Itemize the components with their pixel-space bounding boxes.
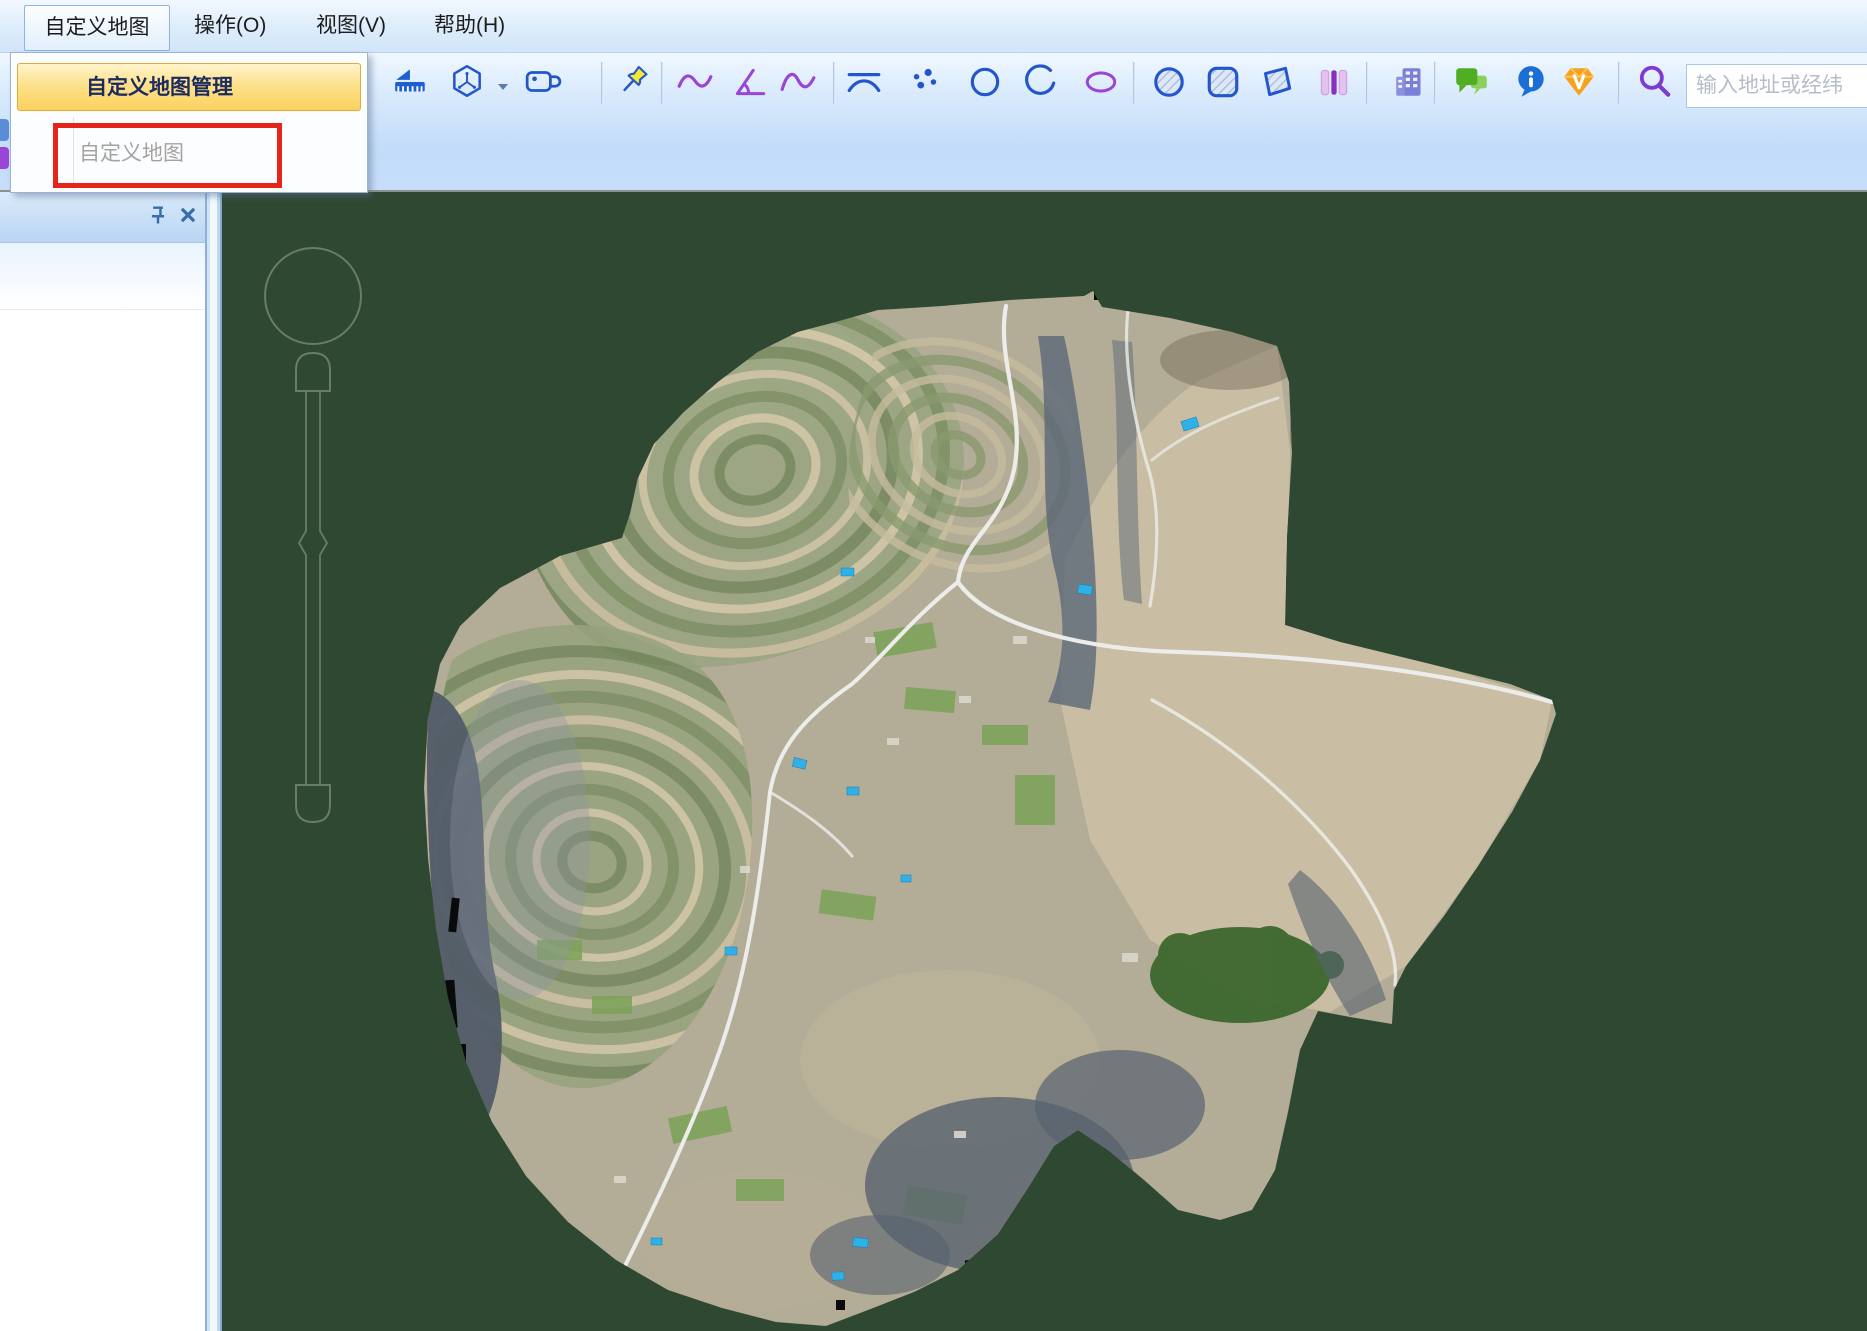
pushpin-icon[interactable] bbox=[615, 63, 653, 101]
3d-axis-hexagon-icon[interactable] bbox=[448, 63, 486, 101]
vip-gem-icon[interactable] bbox=[1560, 63, 1598, 101]
custom-map-dropdown-menu: 自定义地图管理 自定义地图 bbox=[10, 52, 368, 193]
pin-icon[interactable] bbox=[147, 204, 169, 226]
menu-item-custom-map-management[interactable]: 自定义地图管理 bbox=[17, 63, 361, 111]
feedback-chat-icon[interactable] bbox=[1452, 63, 1490, 101]
toolbar-separator bbox=[1366, 62, 1368, 104]
menu-operation[interactable]: 操作(O) bbox=[188, 0, 272, 52]
ellipse-icon[interactable] bbox=[1082, 63, 1120, 101]
menu-bar: 自定义地图 操作(O) 视图(V) 帮助(H) bbox=[0, 0, 1867, 53]
panel-splitter[interactable] bbox=[205, 189, 222, 1331]
toolbar-separator bbox=[1434, 62, 1436, 104]
open-arc-icon[interactable] bbox=[1022, 63, 1060, 101]
hatched-polygon-icon[interactable] bbox=[1257, 63, 1295, 101]
address-search-input[interactable] bbox=[1687, 65, 1867, 107]
hidden-toolbar-icon-blue[interactable] bbox=[0, 119, 9, 141]
chevron-down-icon[interactable] bbox=[496, 79, 510, 97]
arc-with-chord-icon[interactable] bbox=[845, 63, 883, 101]
menu-help[interactable]: 帮助(H) bbox=[428, 0, 511, 52]
menu-view[interactable]: 视图(V) bbox=[310, 0, 392, 52]
toolbar-separator bbox=[1618, 62, 1620, 104]
snapshot-camera-icon[interactable] bbox=[524, 63, 562, 101]
search-magnifier-icon[interactable] bbox=[1636, 63, 1674, 101]
section-bars-icon[interactable] bbox=[1315, 63, 1353, 101]
toolbar-separator bbox=[1133, 62, 1135, 104]
info-balloon-icon[interactable] bbox=[1512, 63, 1550, 101]
side-panel-body bbox=[0, 243, 205, 310]
3d-building-icon[interactable] bbox=[1392, 63, 1430, 101]
angle-measure-icon[interactable] bbox=[730, 63, 768, 101]
close-icon[interactable] bbox=[177, 204, 199, 226]
toolbar-separator bbox=[601, 62, 603, 104]
toolbar-separator bbox=[661, 62, 663, 104]
red-annotation-rectangle bbox=[53, 123, 282, 188]
polyline-icon[interactable] bbox=[676, 63, 714, 101]
address-search-box[interactable] bbox=[1686, 64, 1867, 108]
multipoint-icon[interactable] bbox=[906, 63, 944, 101]
hidden-toolbar-icon-purple[interactable] bbox=[0, 147, 9, 169]
hatched-circle-icon[interactable] bbox=[1150, 63, 1188, 101]
measure-ruler-icon[interactable] bbox=[392, 63, 430, 101]
toolbar-separator bbox=[833, 62, 835, 104]
hatched-rounded-rect-icon[interactable] bbox=[1204, 63, 1242, 101]
side-panel bbox=[0, 189, 205, 1331]
circle-icon[interactable] bbox=[966, 63, 1004, 101]
spline-curve-icon[interactable] bbox=[779, 63, 817, 101]
menu-custom-map[interactable]: 自定义地图 bbox=[24, 5, 170, 51]
map-viewport[interactable] bbox=[222, 189, 1867, 1331]
side-panel-header bbox=[0, 189, 205, 243]
